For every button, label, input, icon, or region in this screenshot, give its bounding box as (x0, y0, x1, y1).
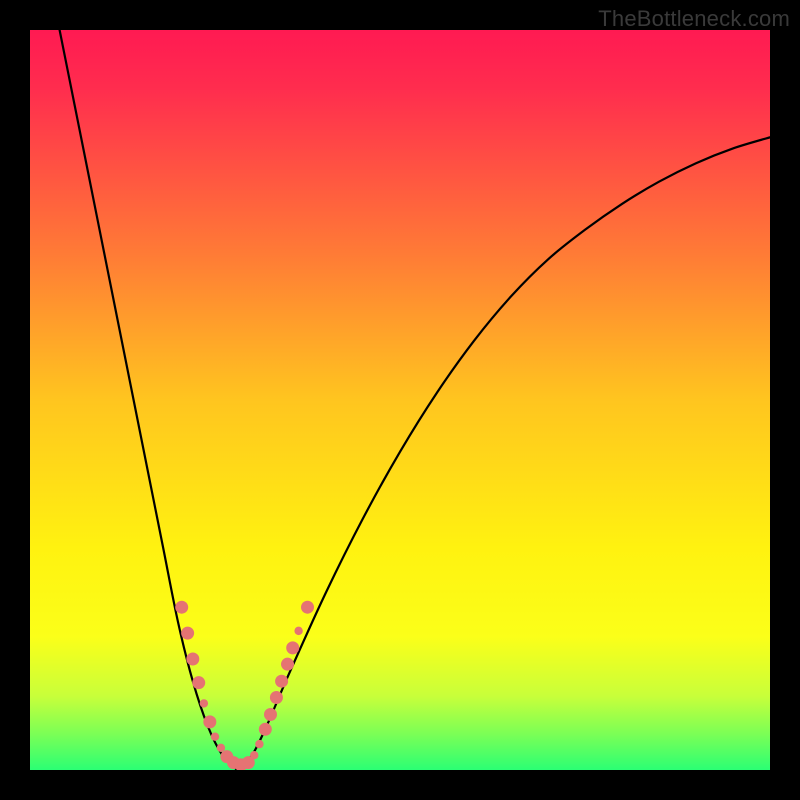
data-marker (250, 751, 258, 759)
data-marker (259, 723, 272, 736)
data-marker (192, 676, 205, 689)
data-marker (275, 675, 288, 688)
data-marker (211, 733, 219, 741)
data-marker (203, 715, 216, 728)
data-marker (255, 740, 263, 748)
data-marker (186, 653, 199, 666)
chart-frame: TheBottleneck.com (0, 0, 800, 800)
data-marker (200, 699, 208, 707)
data-marker (301, 601, 314, 614)
data-marker (270, 691, 283, 704)
data-marker (286, 641, 299, 654)
data-marker (217, 744, 225, 752)
plot-svg (30, 30, 770, 770)
data-marker (181, 627, 194, 640)
watermark-text: TheBottleneck.com (598, 6, 790, 32)
data-marker (175, 601, 188, 614)
data-marker (264, 708, 277, 721)
data-marker (281, 658, 294, 671)
gradient-rect (30, 30, 770, 770)
data-marker (294, 627, 302, 635)
